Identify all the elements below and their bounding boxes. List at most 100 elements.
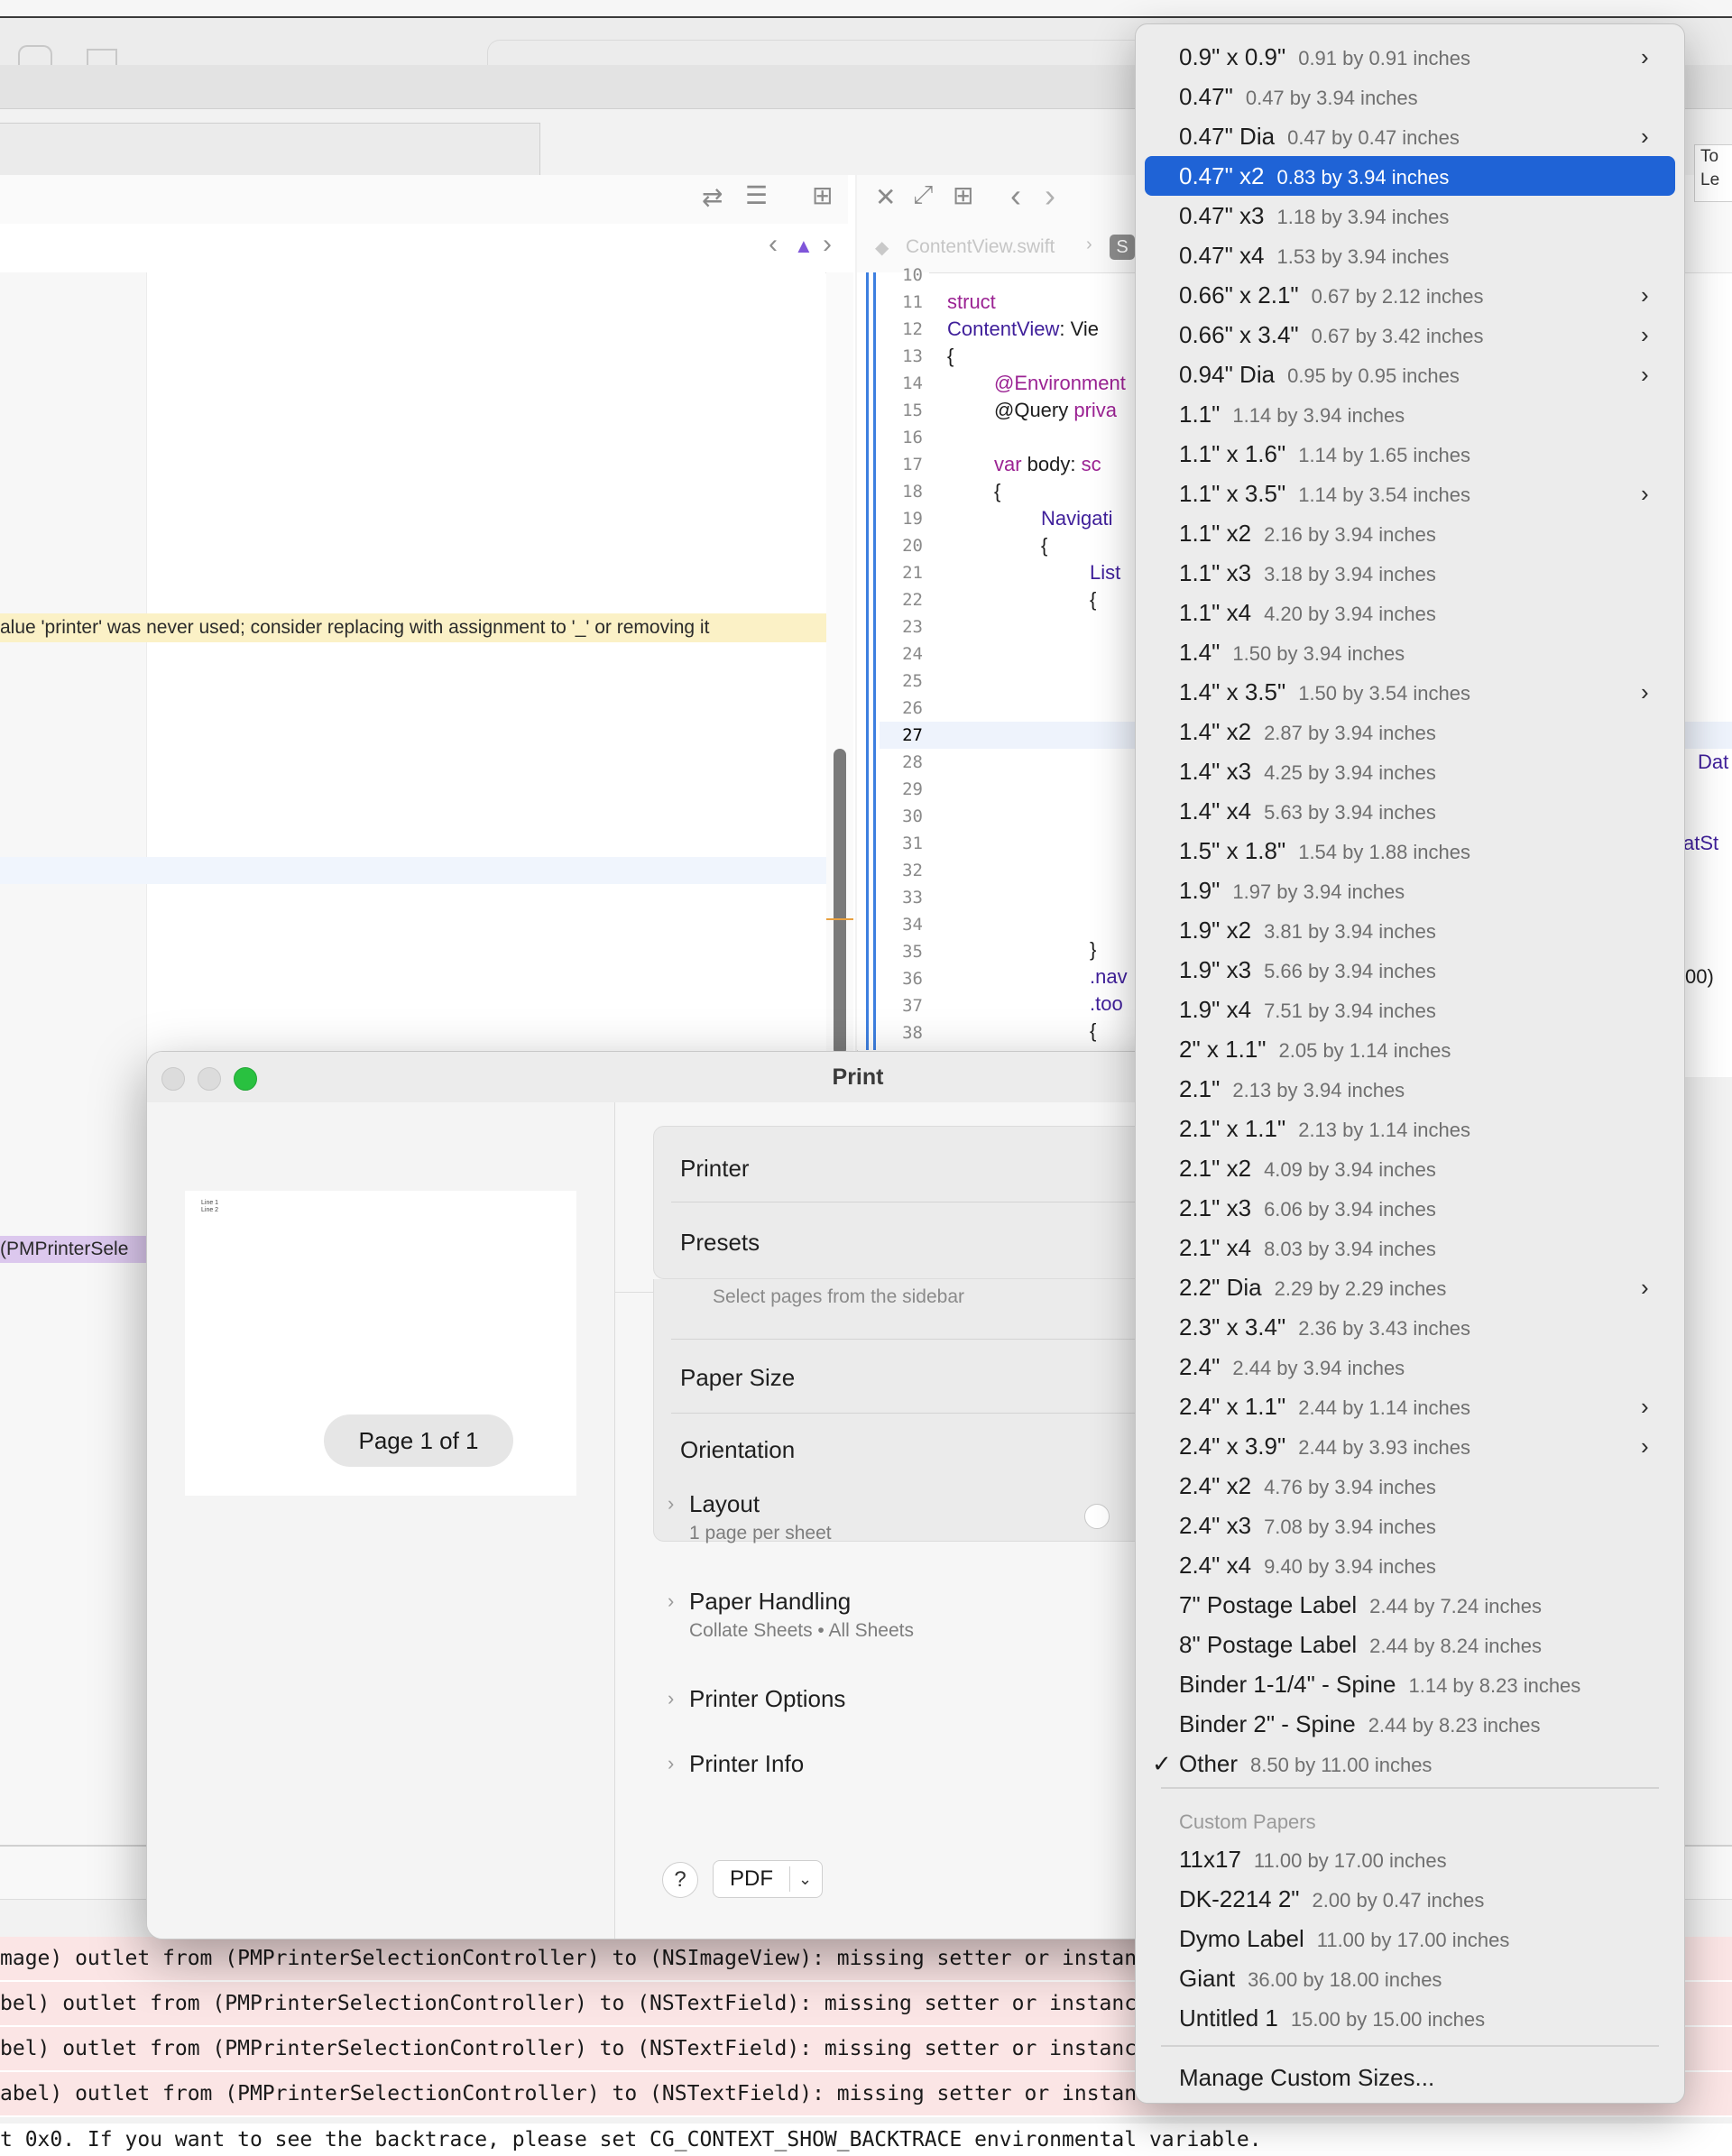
paper-size-item[interactable]: 1.4" x4 5.63 by 3.94 inches [1136,791,1684,831]
paper-size-item[interactable]: 2" x 1.1" 2.05 by 1.14 inches [1136,1029,1684,1069]
forward-chevron-icon[interactable]: › [1045,177,1055,215]
paper-size-item[interactable]: 2.2" Dia 2.29 by 2.29 inches › [1136,1267,1684,1307]
paper-size-item[interactable]: 2.4" x3 7.08 by 3.94 inches [1136,1506,1684,1545]
close-icon[interactable]: ✕ [875,182,896,212]
paper-size-item[interactable]: 1.4" x2 2.87 by 3.94 inches [1136,712,1684,751]
paper-size-item[interactable]: Binder 1-1/4" - Spine 1.14 by 8.23 inches [1136,1664,1684,1704]
pdf-menu-button[interactable]: PDF ⌄ [713,1860,823,1898]
paper-size-item[interactable]: 2.4" 2.44 by 3.94 inches [1136,1347,1684,1387]
printer-options-section[interactable]: Printer Options [689,1685,845,1713]
paper-size-item[interactable]: 1.9" x3 5.66 by 3.94 inches [1136,950,1684,990]
code-line-13[interactable]: { [947,345,954,368]
custom-paper-item[interactable]: Giant 36.00 by 18.00 inches [1136,1958,1684,1998]
paper-size-item[interactable]: 7" Postage Label 2.44 by 7.24 inches [1136,1585,1684,1625]
presets-label[interactable]: Presets [680,1229,760,1257]
paper-size-item[interactable]: 0.9" x 0.9" 0.91 by 0.91 inches › [1136,37,1684,77]
paper-size-item[interactable]: 2.1" 2.13 by 3.94 inches [1136,1069,1684,1109]
paper-size-item[interactable]: 1.1" 1.14 by 3.94 inches [1136,394,1684,434]
purple-annotation[interactable]: (PMPrinterSele [0,1236,152,1263]
paper-size-item[interactable]: 0.66" x 3.4" 0.67 by 3.42 inches › [1136,315,1684,355]
paper-size-item[interactable]: 2.4" x2 4.76 by 3.94 inches [1136,1466,1684,1506]
paper-size-item[interactable]: 1.1" x2 2.16 by 3.94 inches [1136,513,1684,553]
code-line-12[interactable]: ContentView: Vie [947,318,1099,341]
paper-size-item[interactable]: 2.1" x4 8.03 by 3.94 inches [1136,1228,1684,1267]
paper-size-item[interactable]: 0.66" x 2.1" 0.67 by 2.12 inches › [1136,275,1684,315]
paper-size-item[interactable]: 2.4" x 1.1" 2.44 by 1.14 inches › [1136,1387,1684,1426]
paper-size-item[interactable]: 2.3" x 3.4" 2.36 by 3.43 inches [1136,1307,1684,1347]
custom-paper-item[interactable]: 11x17 11.00 by 17.00 inches [1136,1839,1684,1879]
editor-tab-active[interactable] [0,123,540,177]
manage-custom-sizes-item[interactable]: Manage Custom Sizes... [1136,2058,1684,2097]
printer-options-disclosure-icon[interactable]: › [668,1687,674,1710]
paper-handling-section[interactable]: Paper Handling [689,1588,851,1616]
toolbar-icon-left[interactable] [18,45,52,65]
paper-size-item[interactable]: 2.4" x4 9.40 by 3.94 inches [1136,1545,1684,1585]
paper-size-item[interactable]: 0.47" x4 1.53 by 3.94 inches [1136,235,1684,275]
paper-size-item[interactable]: 2.4" x 3.9" 2.44 by 3.93 inches › [1136,1426,1684,1466]
paper-size-item[interactable]: 0.47" 0.47 by 3.94 inches [1136,77,1684,116]
left-scrollbar-thumb[interactable] [834,749,846,1055]
paper-size-item[interactable]: 1.1" x 1.6" 1.14 by 1.65 inches [1136,434,1684,474]
printer-info-disclosure-icon[interactable]: › [668,1752,674,1775]
code-line-18[interactable]: { [994,480,1000,503]
paper-size-item[interactable]: 1.9" x4 7.51 by 3.94 inches [1136,990,1684,1029]
orientation-radio[interactable] [1084,1504,1110,1529]
paper-size-item[interactable]: 2.1" x3 6.06 by 3.94 inches [1136,1188,1684,1228]
code-line-22[interactable]: { [1090,588,1096,612]
custom-paper-item[interactable]: Dymo Label 11.00 by 17.00 inches [1136,1919,1684,1958]
paper-handling-disclosure-icon[interactable]: › [668,1589,674,1613]
inspector-list-icon[interactable]: ☰ [745,180,768,210]
right-fragment-tab[interactable]: To Le [1694,144,1732,202]
printer-label[interactable]: Printer [680,1155,750,1183]
code-line-17[interactable]: var body: sc [994,453,1101,476]
code-line-36[interactable]: .nav [1090,965,1128,989]
chevron-left-icon[interactable]: ‹ [769,229,778,260]
paper-size-item[interactable]: 0.47" x3 1.18 by 3.94 inches [1136,196,1684,235]
code-line-19[interactable]: Navigati [1041,507,1112,530]
custom-paper-item[interactable]: Untitled 1 15.00 by 15.00 inches [1136,1998,1684,2038]
chevron-down-icon[interactable]: ⌄ [798,1861,812,1897]
paper-size-item[interactable]: 0.47" x2 0.83 by 3.94 inches [1145,156,1675,196]
chevron-right-icon[interactable]: › [823,229,832,260]
structure-badge[interactable]: S [1110,235,1135,260]
paper-size-item[interactable]: 2.1" x 1.1" 2.13 by 1.14 inches [1136,1109,1684,1148]
print-preview-page[interactable]: Line 1 Line 2 Page 1 of 1 [185,1191,576,1496]
custom-paper-item[interactable]: DK-2214 2" 2.00 by 0.47 inches [1136,1879,1684,1919]
code-line-21[interactable]: List [1090,561,1120,585]
paper-size-item[interactable]: ✓ Other 8.50 by 11.00 inches [1136,1744,1684,1783]
paper-size-item[interactable]: 1.9" x2 3.81 by 3.94 inches [1136,910,1684,950]
add-editor-icon[interactable]: ⊞ [812,180,833,210]
paper-size-item[interactable]: Binder 2" - Spine 2.44 by 8.23 inches [1136,1704,1684,1744]
back-chevron-icon[interactable]: ‹ [1010,177,1021,215]
paper-size-item[interactable]: 1.9" 1.97 by 3.94 inches [1136,871,1684,910]
printer-info-section[interactable]: Printer Info [689,1750,804,1778]
paper-size-item[interactable]: 8" Postage Label 2.44 by 8.24 inches [1136,1625,1684,1664]
grid-icon[interactable]: ⊞ [953,180,973,210]
help-button[interactable]: ? [662,1862,698,1898]
code-line-14[interactable]: @Environment [994,372,1126,395]
swap-arrows-icon[interactable]: ⇄ [702,182,723,212]
code-line-11[interactable]: struct [947,290,996,314]
paper-size-item[interactable]: 1.4" 1.50 by 3.94 inches [1136,632,1684,672]
expand-icon[interactable]: ⤢ [913,180,933,210]
paper-size-item[interactable]: 1.4" x3 4.25 by 3.94 inches [1136,751,1684,791]
code-line-20[interactable]: { [1041,534,1047,557]
toolbar-icon-square[interactable] [87,49,117,67]
layout-section[interactable]: Layout [689,1490,760,1518]
paper-size-item[interactable]: 2.1" x2 4.09 by 3.94 inches [1136,1148,1684,1188]
code-line-35[interactable]: } [1090,938,1096,962]
layout-disclosure-icon[interactable]: › [668,1492,674,1516]
warning-triangle-icon[interactable]: ▲ [794,235,814,258]
paper-size-item[interactable]: 1.1" x4 4.20 by 3.94 inches [1136,593,1684,632]
paper-size-item[interactable]: 1.5" x 1.8" 1.54 by 1.88 inches [1136,831,1684,871]
paper-size-item[interactable]: 1.1" x3 3.18 by 3.94 inches [1136,553,1684,593]
paper-size-item[interactable]: 0.47" Dia 0.47 by 0.47 inches › [1136,116,1684,156]
code-line-37[interactable]: .too [1090,992,1123,1016]
paper-size-item[interactable]: 1.1" x 3.5" 1.14 by 3.54 inches › [1136,474,1684,513]
paper-size-label[interactable]: Paper Size [680,1364,795,1392]
code-line-38[interactable]: { [1090,1019,1096,1043]
orientation-label[interactable]: Orientation [680,1436,795,1464]
warning-annotation[interactable]: alue 'printer' was never used; consider … [0,613,826,642]
console-bottom-line[interactable]: t 0x0. If you want to see the backtrace,… [0,2124,1732,2156]
paper-size-item[interactable]: 0.94" Dia 0.95 by 0.95 inches › [1136,355,1684,394]
